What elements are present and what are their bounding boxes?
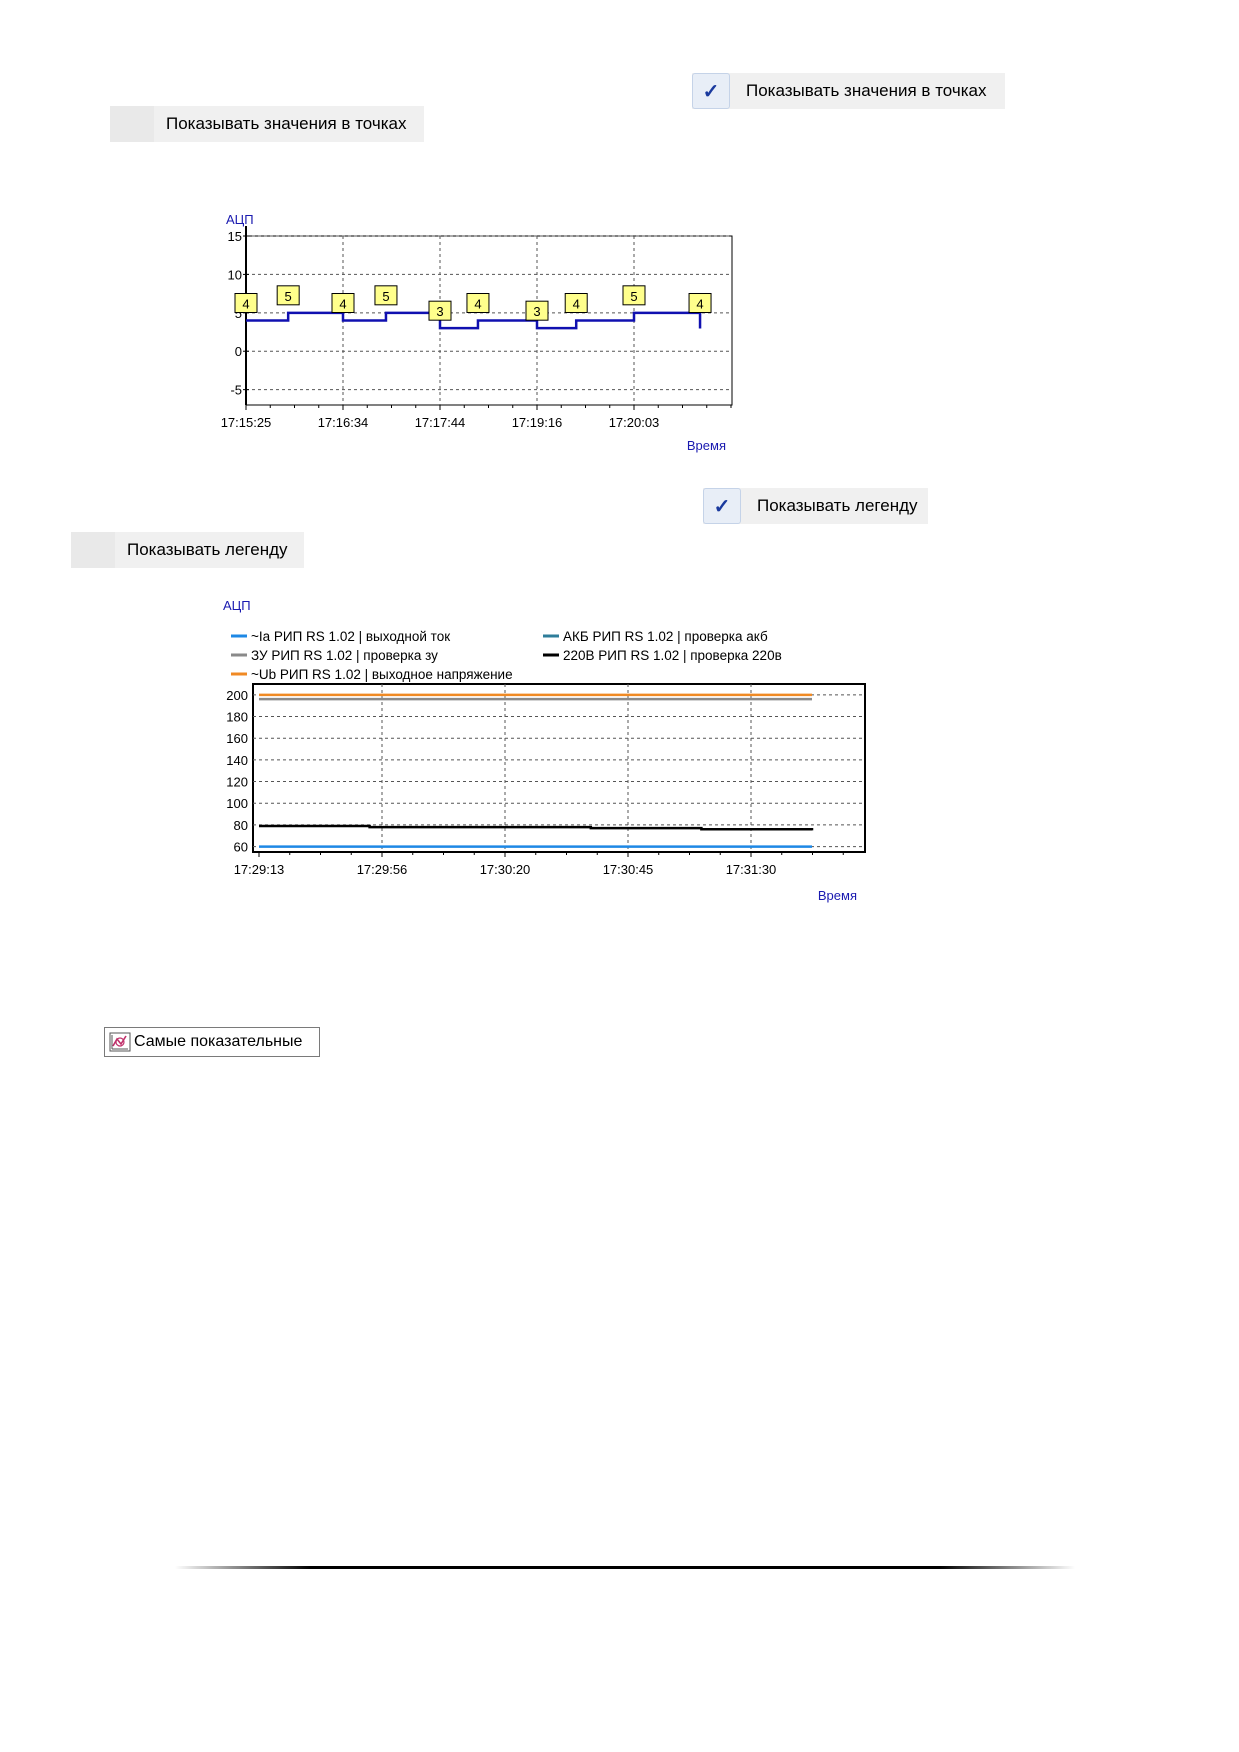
empty-check-area (110, 106, 154, 142)
show-legend-label: Показывать легенду (757, 496, 918, 515)
point-label: 4 (474, 297, 481, 312)
x-tick-label: 17:15:25 (221, 415, 272, 430)
y-tick-label: 180 (226, 710, 248, 725)
y-tick-label: 140 (226, 753, 248, 768)
show-legend-checked-item[interactable]: ✓ Показывать легенду (703, 488, 928, 524)
best-charts-button[interactable]: Самые показательные (104, 1027, 320, 1057)
y-tick-label: 0 (235, 344, 242, 359)
point-label: 4 (339, 297, 346, 312)
x-tick-label: 17:31:30 (726, 862, 777, 877)
x-tick-label: 17:30:45 (603, 862, 654, 877)
point-label: 5 (382, 289, 389, 304)
legend-chart: АЦП ~Ia РИП RS 1.02 | выходной ток АКБ РИП… (223, 598, 866, 903)
y-axis-label: АЦП (226, 212, 254, 227)
x-tick-label: 17:29:56 (357, 862, 408, 877)
x-tick-label: 17:16:34 (318, 415, 369, 430)
best-charts-label: Самые показательные (134, 1033, 303, 1050)
y-tick-label: 10 (228, 267, 242, 282)
legend-entry: 220В РИП RS 1.02 | проверка 220в (563, 648, 782, 663)
show-legend-label: Показывать легенду (127, 540, 288, 559)
y-tick-label: 120 (226, 775, 248, 790)
values-chart: 15 10 5 0 -5 17:15:25 17:16:34 17:17:44 17:19:16… (221, 212, 733, 453)
legend-entry: АКБ РИП RS 1.02 | проверка акб (563, 629, 768, 644)
point-label: 3 (436, 304, 443, 319)
x-tick-label: 17:29:13 (234, 862, 285, 877)
legend-entry: ЗУ РИП RS 1.02 | проверка зу (251, 648, 438, 663)
x-tick-label: 17:17:44 (415, 415, 466, 430)
empty-check-area (71, 532, 115, 568)
x-tick-label: 17:30:20 (480, 862, 531, 877)
show-values-checked-item[interactable]: ✓ Показывать значения в точках (692, 73, 1005, 109)
chart-icon (109, 1032, 131, 1052)
x-axis-label: Время (818, 888, 857, 903)
point-label: 4 (242, 297, 249, 312)
point-label: 5 (630, 289, 637, 304)
checkmark-icon: ✓ (692, 73, 730, 109)
show-values-label: Показывать значения в точках (746, 81, 987, 100)
point-label: 4 (573, 297, 580, 312)
y-tick-label: 80 (234, 818, 248, 833)
page-footer-rule (175, 1566, 1075, 1569)
point-label: 5 (285, 289, 292, 304)
x-tick-label: 17:19:16 (512, 415, 563, 430)
show-legend-unchecked-item[interactable]: Показывать легенду (71, 532, 304, 568)
legend-entry: ~Ia РИП RS 1.02 | выходной ток (251, 629, 450, 644)
y-tick-label: 100 (226, 796, 248, 811)
point-label: 3 (533, 304, 540, 319)
point-label: 4 (696, 297, 703, 312)
y-tick-label: 200 (226, 688, 248, 703)
y-tick-label: 15 (228, 229, 242, 244)
checkmark-icon: ✓ (703, 488, 741, 524)
y-tick-label: -5 (230, 383, 242, 398)
x-axis-label: Время (687, 438, 726, 453)
show-values-unchecked-item[interactable]: Показывать значения в точках (110, 106, 424, 142)
y-tick-label: 60 (234, 840, 248, 855)
y-tick-label: 160 (226, 731, 248, 746)
y-axis-label: АЦП (223, 598, 251, 613)
legend-entry: ~Ub РИП RS 1.02 | выходное напряжение (251, 667, 513, 682)
x-tick-label: 17:20:03 (609, 415, 660, 430)
show-values-label: Показывать значения в точках (166, 114, 407, 133)
